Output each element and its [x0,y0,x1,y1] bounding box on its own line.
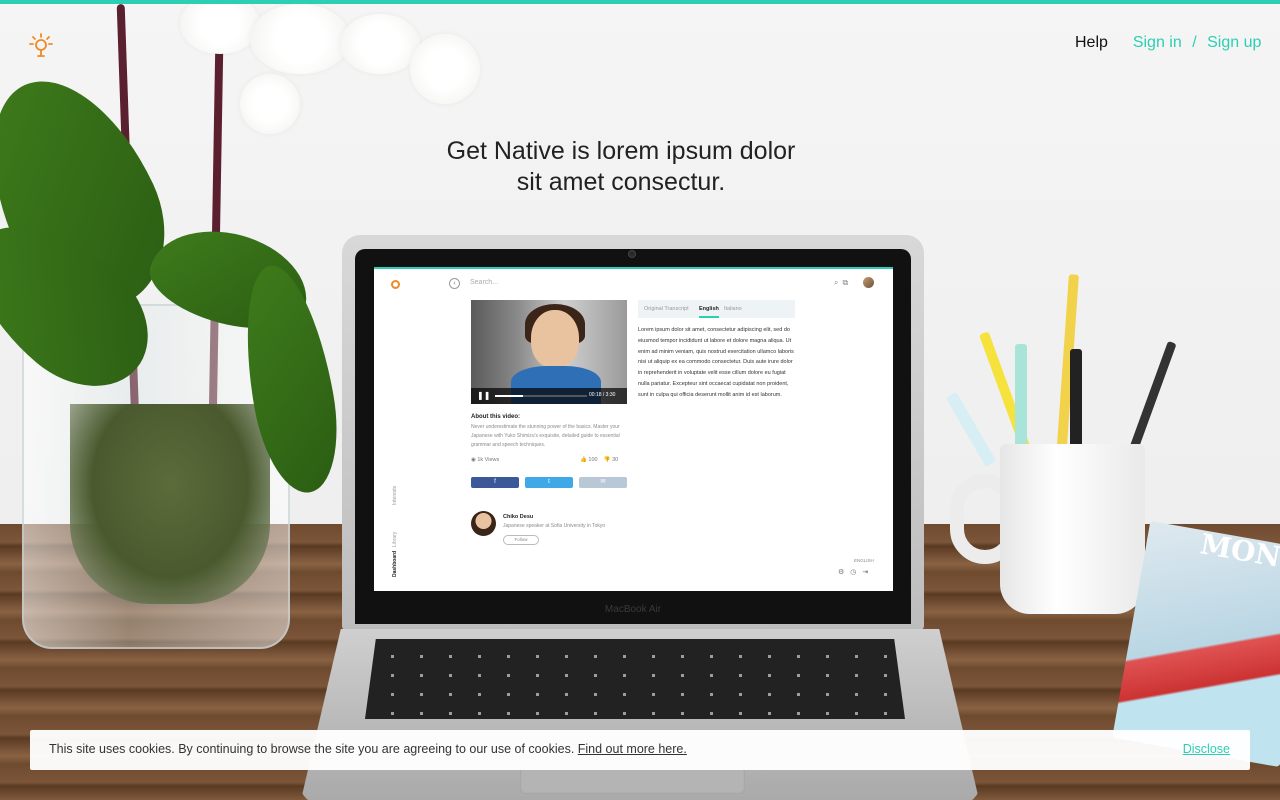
like-dislike-counts: 👍 100 👎 30 [580,457,619,463]
cookie-text: This site uses cookies. By continuing to… [49,742,578,756]
transcript-tabs: Original Transcript English Italiano [638,300,795,318]
language-label: ENGLISH [854,558,874,563]
author-description: Japanese speaker at Sofia University in … [503,523,606,529]
hero-headline: Get Native is lorem ipsum dolor sit amet… [380,136,862,198]
app-user-avatar [863,277,874,288]
transcript-text: Lorem ipsum dolor sit amet, consectetur … [638,327,794,398]
dislikes-count: 30 [612,457,619,463]
about-text: Never underestimate the stunning power o… [471,424,620,448]
author-name: Chiko Desu [503,514,534,520]
back-icon: ‹ [449,278,460,289]
laptop-brand-label: MacBook Air [604,604,662,615]
orchid-flower [240,74,300,134]
coffee-mug [1000,444,1145,614]
video-person-face [531,310,579,368]
email-share-button: ✉ [579,477,627,488]
orchid-flower [180,4,260,54]
orchid-flower [410,34,480,104]
twitter-share-button: t [525,477,573,488]
video-player: ❚❚ 00:18 / 3:30 [471,300,627,404]
side-nav-interests: Interests [392,485,398,505]
cookie-disclose-button[interactable]: Disclose [1183,742,1230,756]
hero-headline-line2: sit amet consectur. [516,168,726,196]
views-label: 1k Views [477,457,500,463]
likes-count: 100 [588,457,598,463]
webcam [628,250,636,258]
tab-italiano: Italiano [724,306,742,312]
highlighter [1015,344,1027,454]
video-time: 00:18 / 3:30 [589,392,616,398]
video-progress-bar [495,395,587,397]
pen [1070,349,1082,459]
top-accent-bar [0,0,1280,4]
cookie-banner: This site uses cookies. By continuing to… [30,730,1250,770]
app-search-field: Search... [470,279,499,286]
app-bottom-icons: ⚙◷⇥ [838,569,875,576]
side-nav-library: Library [392,531,398,547]
help-link[interactable]: Help [1075,34,1108,51]
orchid-flower [250,4,350,74]
tab-english: English [699,306,719,318]
side-nav-dashboard: Dashboard [392,550,398,577]
play-icon: ❚❚ [477,391,491,400]
follow-button: Follow [503,535,539,545]
views-count: ◉ 1k Views [471,457,500,463]
hero-headline-line1: Get Native is lorem ipsum dolor [446,137,796,165]
about-heading: About this video: [471,414,520,420]
sign-up-link[interactable]: Sign up [1207,34,1261,51]
lightbulb-icon[interactable] [29,32,53,58]
video-controls: ❚❚ 00:18 / 3:30 [471,388,627,404]
app-toolbar-icons: ⌕⧉ [834,278,853,287]
moss-pot [70,404,270,604]
header-nav: Help Sign in / Sign up [1075,34,1261,52]
cookie-more-link[interactable]: Find out more here. [578,742,687,756]
sign-in-link[interactable]: Sign in [1133,34,1182,51]
tab-original-transcript: Original Transcript [644,306,689,312]
marker [945,391,997,467]
orchid-flower [340,14,420,74]
app-accent-bar [374,267,893,269]
laptop-screen: ‹ Search... ⌕⧉ ❚❚ 00:18 / 3:30 About thi… [374,267,893,591]
app-lightbulb-icon [391,280,400,289]
facebook-share-button: f [471,477,519,488]
author-avatar [471,511,496,536]
cookie-message: This site uses cookies. By continuing to… [49,742,687,756]
hero-background-photo: MON ‹ Search... ⌕⧉ ❚❚ 00:18 / 3:30 About… [0,4,1280,800]
nav-separator: / [1192,34,1197,51]
video-progress-fill [495,395,523,397]
laptop-keyboard [365,639,905,719]
